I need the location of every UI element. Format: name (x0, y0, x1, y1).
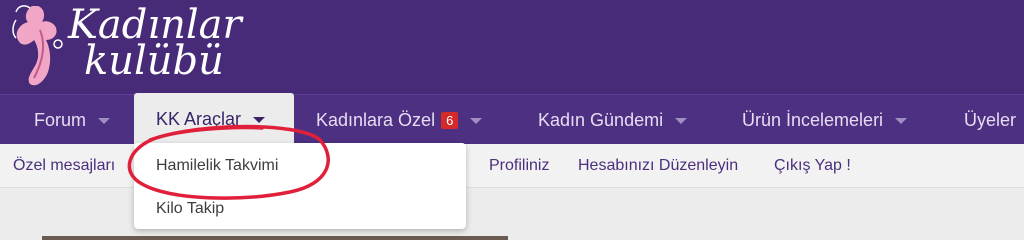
nav-item-label: Kadın Gündemi (538, 109, 664, 130)
nav-item-forum[interactable]: Forum (34, 95, 111, 145)
content-image-strip (42, 236, 508, 240)
dropdown-item-kilo-takip[interactable]: Kilo Takip (156, 189, 224, 229)
nav-item-kk-araclar[interactable]: KK Araçlar (134, 93, 294, 145)
subnav-item-hesap-duzenle[interactable]: Hesabınızı Düzenleyin (578, 144, 738, 188)
nav-item-label: Forum (34, 109, 87, 130)
notification-badge: 6 (441, 111, 459, 129)
nav-item-label: KK Araçlar (156, 108, 242, 129)
nav-item-uyeler[interactable]: Üyeler (964, 95, 1016, 145)
chevron-down-icon[interactable] (895, 118, 908, 124)
chevron-down-icon[interactable] (470, 118, 483, 124)
chevron-down-icon[interactable] (675, 118, 688, 124)
site-logo[interactable]: Kadınlar kulübü (10, 0, 242, 94)
subnav-item-profiliniz[interactable]: Profiliniz (489, 144, 549, 188)
nav-item-urun-incelemeleri[interactable]: Ürün İncelemeleri (742, 95, 908, 145)
nav-item-label: Üyeler (964, 109, 1017, 130)
main-navbar: Forum KK Araçlar Kadınlara Özel 6 Kadın … (0, 93, 1024, 145)
kk-araclar-dropdown-menu: Hamilelik Takvimi Kilo Takip (134, 143, 466, 229)
nav-item-label: Kadınlara Özel (316, 109, 436, 130)
nav-item-kadinlara-ozel[interactable]: Kadınlara Özel 6 (316, 95, 483, 145)
dropdown-item-hamilelik-takvimi[interactable]: Hamilelik Takvimi (156, 146, 278, 186)
nav-item-label: Ürün İncelemeleri (742, 109, 884, 130)
subnav-item-ozel-mesajlar[interactable]: Özel mesajları (13, 144, 115, 188)
subnav-item-cikis[interactable]: Çıkış Yap ! (774, 144, 851, 188)
chevron-down-icon[interactable] (253, 117, 266, 123)
chevron-down-icon[interactable] (98, 118, 111, 124)
logo-text-line2: kulübü (84, 38, 224, 84)
site-header: Kadınlar kulübü (0, 0, 1024, 94)
nav-item-kadin-gundemi[interactable]: Kadın Gündemi (538, 95, 688, 145)
woman-silhouette-icon (12, 5, 63, 86)
